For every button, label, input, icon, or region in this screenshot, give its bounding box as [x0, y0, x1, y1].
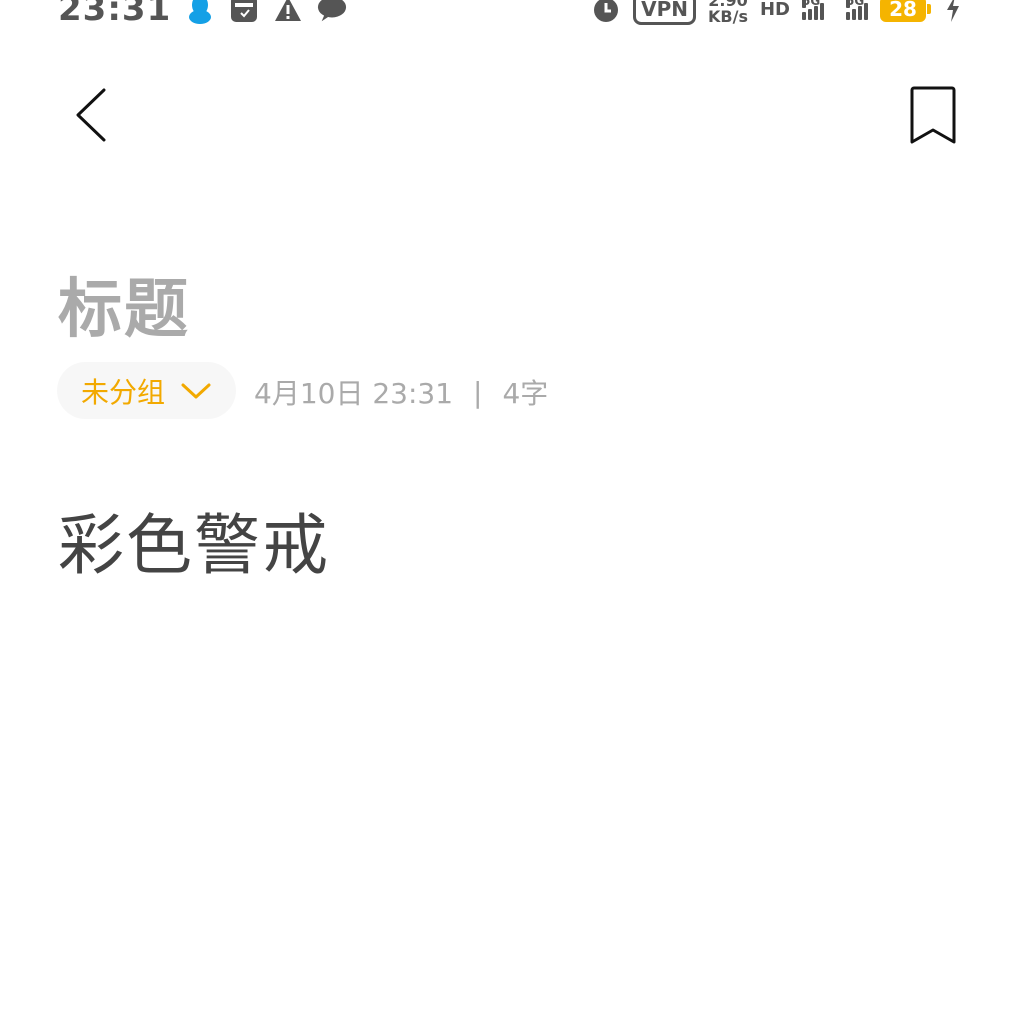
- group-label: 未分组: [81, 375, 166, 409]
- qq-penguin-icon: [185, 0, 215, 24]
- sim2-signal-icon: 5G: [846, 0, 868, 20]
- note-meta: 4月10日 23:31 | 4字: [254, 372, 548, 412]
- alarm-icon: [591, 0, 621, 24]
- note-editor-screen: 23:31 VPN 2.90 KB/s HD 5G 5G 28 标题 未分组 4…: [0, 0, 1024, 1024]
- meta-separator: |: [473, 375, 483, 409]
- sim1-signal-icon: 5G: [802, 0, 824, 20]
- sim2-network-type: 5G: [846, 0, 864, 8]
- battery-indicator: 28: [880, 0, 931, 22]
- note-title-input[interactable]: 标题: [58, 258, 190, 350]
- status-time: 23:31: [58, 0, 172, 29]
- network-speed-unit: KB/s: [708, 7, 748, 26]
- vpn-indicator: VPN: [633, 0, 697, 25]
- status-bar-left: 23:31: [58, 0, 347, 32]
- sim-card-icon: [229, 0, 259, 24]
- hd-label: HD: [759, 0, 790, 20]
- sim1-network-type: 5G: [802, 0, 820, 8]
- note-body[interactable]: 彩色警戒: [58, 492, 330, 588]
- group-selector[interactable]: 未分组: [57, 362, 236, 419]
- charging-bolt-icon: [938, 0, 968, 24]
- status-bar: 23:31 VPN 2.90 KB/s HD 5G 5G 28: [0, 0, 1024, 32]
- hd-volte-indicator: HD: [760, 0, 790, 20]
- note-date: 4月10日 23:31: [254, 377, 454, 410]
- word-count: 4字: [502, 377, 549, 410]
- back-button[interactable]: [70, 86, 114, 144]
- warning-icon: [273, 0, 303, 24]
- bookmark-button[interactable]: [906, 84, 960, 148]
- status-bar-right: VPN 2.90 KB/s HD 5G 5G 28: [591, 0, 968, 32]
- battery-level: 28: [889, 0, 917, 21]
- message-icon: [317, 0, 347, 24]
- network-speed: 2.90 KB/s: [708, 0, 748, 25]
- chevron-left-icon: [76, 88, 106, 142]
- chevron-down-icon: [181, 383, 211, 398]
- bookmark-icon: [910, 86, 956, 144]
